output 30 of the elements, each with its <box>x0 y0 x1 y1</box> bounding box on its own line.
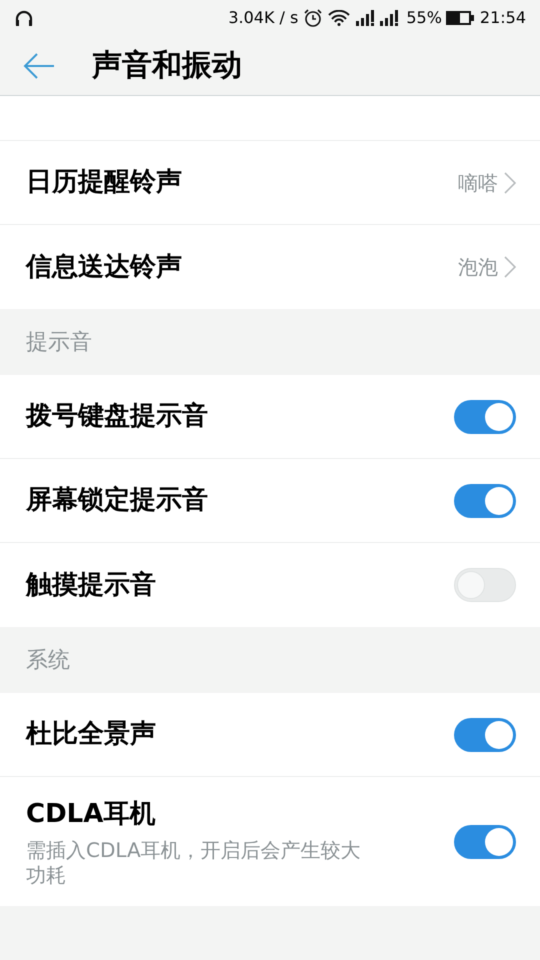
setting-label: 触摸提示音 <box>26 568 157 602</box>
setting-label: 日历提醒铃声 <box>26 166 183 199</box>
wifi-icon <box>328 10 350 26</box>
battery-percent: 55% <box>406 7 442 29</box>
setting-label: 杜比全景声 <box>26 718 157 751</box>
section-header: 系统 <box>26 646 70 674</box>
signal-icon <box>356 10 376 26</box>
chevron-icon <box>504 256 516 278</box>
setting-value: 泡泡 <box>458 254 498 281</box>
setting-value: 嘀嗒 <box>458 170 498 196</box>
toggle-switch[interactable] <box>454 484 516 518</box>
setting-description: 需插入CDLA耳机，开启后会产生较大功耗 <box>26 838 362 888</box>
network-speed: 3.04K / s <box>228 7 298 29</box>
page-title: 声音和振动 <box>92 47 242 85</box>
setting-label: 拨号键盘提示音 <box>26 400 209 433</box>
battery-icon <box>446 11 474 25</box>
alarm-icon <box>304 9 322 27</box>
clock-time: 21:54 <box>480 7 526 29</box>
setting-label: 信息送达铃声 <box>26 250 183 284</box>
setting-label: 屏幕锁定提示音 <box>26 484 209 517</box>
toggle-switch[interactable] <box>454 718 516 752</box>
signal-icon <box>380 10 400 26</box>
back-arrow-icon <box>23 52 55 80</box>
toggle-switch[interactable] <box>454 568 516 602</box>
setting-label: CDLA耳机 <box>26 798 156 831</box>
toggle-switch[interactable] <box>454 824 516 858</box>
section-header: 提示音 <box>26 328 92 356</box>
toggle-switch[interactable] <box>454 400 516 434</box>
headphones-icon <box>14 9 34 27</box>
chevron-icon <box>504 172 516 194</box>
